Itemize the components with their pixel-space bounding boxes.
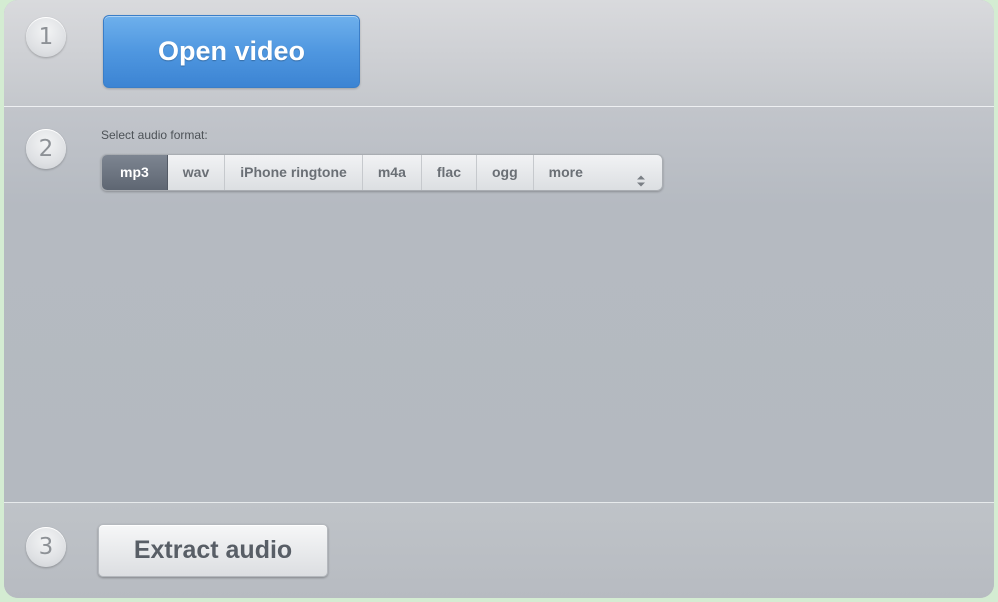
step-number-1: 1 <box>26 17 66 57</box>
format-selector: mp3 wav iPhone ringtone m4a flac ogg mor… <box>101 154 663 191</box>
open-video-button[interactable]: Open video <box>103 15 360 88</box>
format-option-flac[interactable]: flac <box>421 155 477 190</box>
format-label: Select audio format: <box>101 128 208 142</box>
format-option-more[interactable]: more <box>533 155 662 190</box>
step-number-3: 3 <box>26 527 66 567</box>
step-1-section: 1 Open video <box>4 0 994 107</box>
step-3-section: 3 Extract audio <box>4 503 994 598</box>
extract-audio-button[interactable]: Extract audio <box>98 524 328 577</box>
format-option-ogg[interactable]: ogg <box>476 155 534 190</box>
step-number-2: 2 <box>26 129 66 169</box>
format-option-mp3[interactable]: mp3 <box>102 155 168 190</box>
format-option-iphone-ringtone[interactable]: iPhone ringtone <box>225 155 363 190</box>
up-down-arrows-icon <box>636 166 646 187</box>
format-option-wav[interactable]: wav <box>167 155 226 190</box>
format-option-m4a[interactable]: m4a <box>362 155 422 190</box>
more-label: more <box>548 164 583 180</box>
converter-panel: 1 Open video 2 Select audio format: mp3 … <box>4 0 994 598</box>
step-2-section: 2 Select audio format: mp3 wav iPhone ri… <box>4 107 994 503</box>
